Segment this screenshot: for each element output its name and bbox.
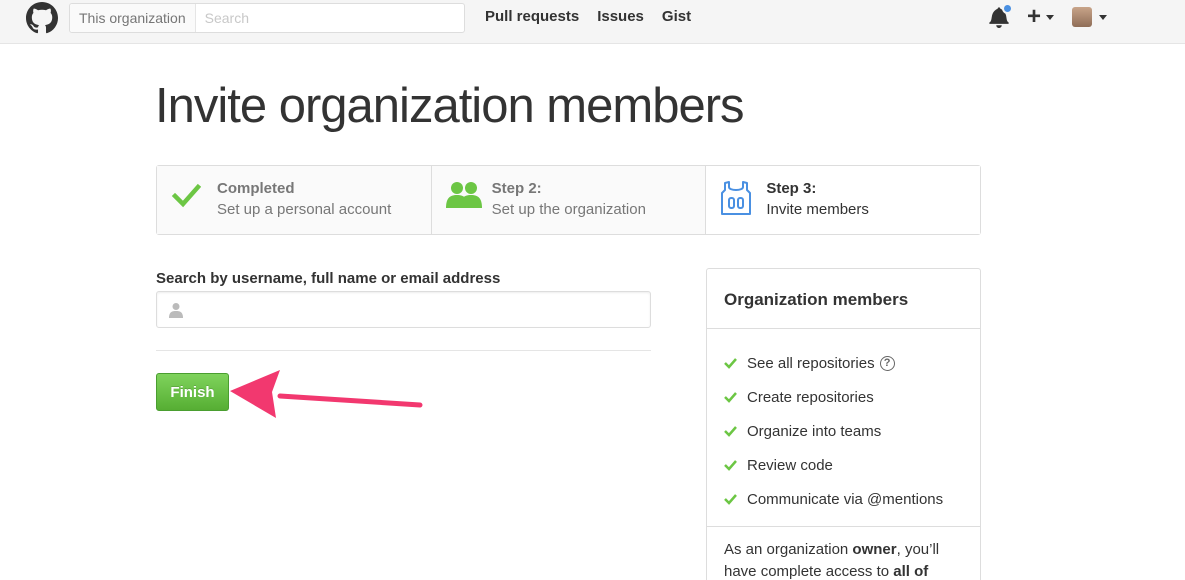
user-menu-button[interactable]: [1072, 7, 1107, 27]
member-search-field: [156, 291, 651, 328]
permission-label: See all repositories: [747, 354, 875, 372]
divider: [156, 350, 651, 351]
avatar: [1072, 7, 1092, 27]
permission-label: Communicate via @mentions: [747, 490, 944, 508]
header-nav: Pull requests Issues Gist: [485, 8, 691, 25]
pointer-arrow-icon: [230, 370, 423, 418]
permission-label: Create repositories: [747, 388, 874, 406]
notifications-button[interactable]: [989, 3, 1013, 28]
chevron-down-icon: [1046, 14, 1054, 20]
search-scope-label[interactable]: This organization: [70, 4, 196, 32]
step-3: Step 3: Invite members: [706, 166, 981, 234]
list-item: Create repositories: [724, 380, 980, 414]
permission-label: Organize into teams: [747, 422, 882, 440]
nav-gist[interactable]: Gist: [662, 8, 691, 25]
header-actions: +: [989, 3, 1107, 29]
permissions-list: See all repositories ? Create repositori…: [707, 329, 980, 527]
chevron-down-icon: [1099, 14, 1107, 20]
plus-icon: +: [1026, 3, 1041, 30]
top-header: This organization Pull requests Issues G…: [0, 0, 1185, 44]
finish-button[interactable]: Finish: [156, 373, 229, 411]
member-search-label: Search by username, full name or email a…: [156, 270, 501, 287]
step-completed: Completed Set up a personal account: [157, 166, 432, 234]
list-item: Organize into teams: [724, 414, 980, 448]
check-icon: [724, 494, 737, 505]
github-logo-icon[interactable]: [26, 2, 58, 34]
check-icon: [724, 426, 737, 437]
list-item: See all repositories ?: [724, 346, 980, 380]
owner-note-bold: all of: [893, 563, 929, 580]
owner-note-bold: owner: [852, 541, 897, 558]
owner-note: As an organization owner, you’ll have co…: [707, 527, 980, 580]
people-icon: [445, 182, 482, 208]
jersey-icon: [721, 181, 752, 215]
step-description: Invite members: [766, 201, 869, 218]
page-title: Invite organization members: [155, 79, 745, 133]
step-title: Completed: [217, 180, 295, 197]
nav-issues[interactable]: Issues: [597, 8, 644, 25]
panel-title: Organization members: [707, 269, 980, 329]
step-title: Step 3:: [766, 180, 817, 197]
check-icon: [724, 392, 737, 403]
step-title: Step 2:: [491, 180, 542, 197]
list-item: Communicate via @mentions: [724, 482, 980, 516]
list-item: Review code: [724, 448, 980, 482]
step-description: Set up the organization: [491, 201, 646, 218]
header-search: This organization: [69, 3, 465, 33]
unread-indicator: [1001, 3, 1013, 14]
person-icon: [169, 303, 183, 318]
check-icon: [171, 183, 201, 208]
step-description: Set up a personal account: [217, 201, 392, 218]
search-input[interactable]: [195, 4, 464, 32]
setup-steps: Completed Set up a personal account Step…: [156, 165, 981, 235]
create-new-button[interactable]: +: [1027, 5, 1054, 29]
owner-note-text: As an organization: [724, 541, 853, 558]
check-icon: [724, 358, 737, 369]
check-icon: [724, 460, 737, 471]
step-2: Step 2: Set up the organization: [431, 166, 707, 234]
permission-label: Review code: [747, 456, 833, 474]
org-members-panel: Organization members See all repositorie…: [706, 268, 981, 580]
question-icon[interactable]: ?: [879, 355, 895, 371]
member-search-input[interactable]: [157, 292, 650, 327]
nav-pull-requests[interactable]: Pull requests: [485, 8, 579, 25]
